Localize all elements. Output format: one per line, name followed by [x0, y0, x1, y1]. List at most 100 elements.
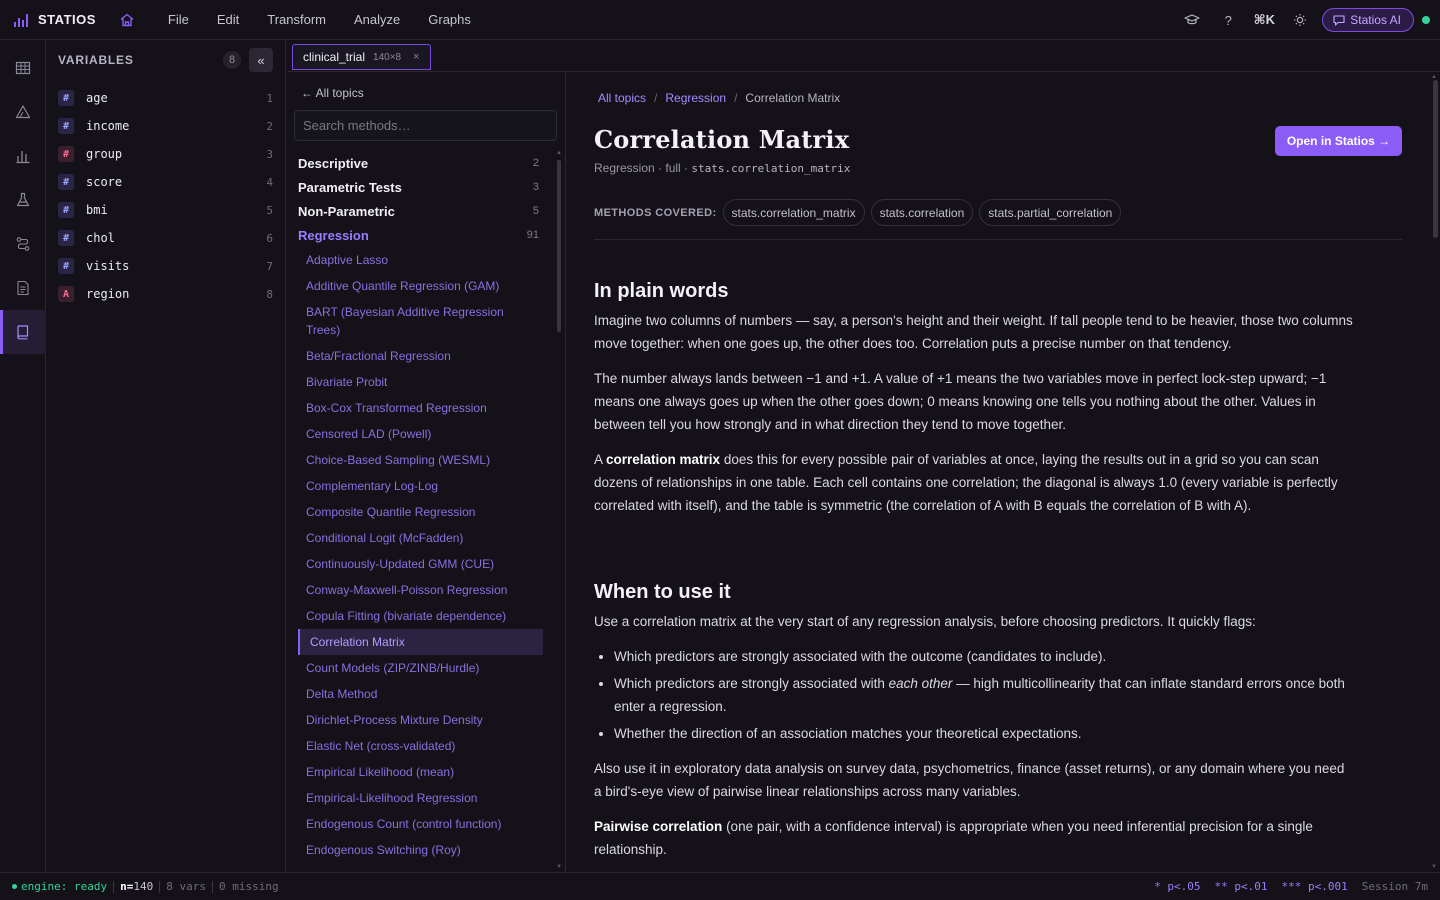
brand[interactable]: STATIOS — [14, 12, 96, 27]
method-chip[interactable]: stats.correlation_matrix — [722, 199, 865, 226]
category-name: Parametric Tests — [298, 179, 402, 195]
divider — [594, 239, 1402, 240]
category-descriptive[interactable]: Descriptive 2 — [298, 151, 543, 175]
rail-data-grid[interactable] — [0, 46, 46, 90]
method-item[interactable]: Conditional Logit (McFadden) — [298, 525, 543, 551]
variable-index: 1 — [266, 91, 273, 105]
method-item[interactable]: Choice-Based Sampling (WESML) — [298, 447, 543, 473]
method-item[interactable]: Copula Fitting (bivariate dependence) — [298, 603, 543, 629]
menu-transform[interactable]: Transform — [253, 12, 340, 27]
method-item[interactable]: Endogenous Count (control function) — [298, 811, 543, 837]
variable-name: visits — [86, 259, 130, 273]
breadcrumb-all-topics[interactable]: All topics — [598, 91, 646, 105]
method-item[interactable]: BART (Bayesian Additive Regression Trees… — [298, 299, 543, 343]
missing-count: 0 missing — [218, 880, 279, 893]
method-item-active[interactable]: Correlation Matrix — [298, 629, 543, 655]
app-window: STATIOS File Edit Transform Analyze Grap… — [0, 0, 1440, 900]
category-parametric-tests[interactable]: Parametric Tests 3 — [298, 175, 543, 199]
methods-navigator: ← All topics Descriptive 2 Parametric Test… — [287, 72, 566, 872]
method-item[interactable]: Empirical Likelihood (mean) — [298, 759, 543, 785]
method-item[interactable]: Count Models (ZIP/ZINB/Hurdle) — [298, 655, 543, 681]
breadcrumb-separator: / — [734, 91, 738, 105]
scroll-up-arrow[interactable]: ▲ — [556, 150, 562, 156]
tab-dimensions: 140×8 — [373, 51, 402, 63]
method-chip[interactable]: stats.partial_correlation — [979, 199, 1122, 226]
variable-row[interactable]: # bmi 5 — [46, 196, 285, 224]
rail-distributions[interactable] — [0, 90, 46, 134]
theme-toggle-icon[interactable] — [1282, 0, 1318, 40]
variable-index: 8 — [266, 287, 273, 301]
chat-icon — [1333, 14, 1345, 26]
variable-row[interactable]: # score 4 — [46, 168, 285, 196]
category-count: 3 — [532, 181, 539, 193]
emphasis: each other — [888, 676, 953, 691]
variable-list: # age 1 # income 2 # group 3 # score 4 # bmi 5 # chol 6 # v… — [46, 80, 285, 308]
method-item[interactable]: Censored LAD (Powell) — [298, 421, 543, 447]
help-icon[interactable]: ? — [1210, 0, 1246, 40]
close-tab-icon[interactable]: × — [413, 51, 419, 63]
variable-row[interactable]: # visits 7 — [46, 252, 285, 280]
methods-scrollbar[interactable] — [557, 160, 561, 332]
method-item[interactable]: Adaptive Lasso — [298, 247, 543, 273]
rail-charts[interactable] — [0, 134, 46, 178]
method-item[interactable]: Beta/Fractional Regression — [298, 343, 543, 369]
method-item[interactable]: Composite Quantile Regression — [298, 499, 543, 525]
breadcrumb-regression[interactable]: Regression — [665, 91, 726, 105]
menu-edit[interactable]: Edit — [203, 12, 253, 27]
category-count: 91 — [526, 229, 539, 241]
category-name: Descriptive — [298, 155, 369, 171]
scroll-down-arrow[interactable]: ▼ — [556, 864, 562, 870]
content-scrollbar[interactable] — [1433, 80, 1438, 238]
rail-experiments[interactable] — [0, 178, 46, 222]
menu-bar: File Edit Transform Analyze Graphs — [158, 12, 485, 27]
method-item[interactable]: Continuously-Updated GMM (CUE) — [298, 551, 543, 577]
menu-graphs[interactable]: Graphs — [414, 12, 485, 27]
learn-cap-icon[interactable] — [1174, 0, 1210, 40]
variables-panel: VARIABLES 8 « # age 1 # income 2 # group 3 # score… — [46, 40, 286, 872]
statios-ai-button[interactable]: Statios AI — [1322, 8, 1414, 32]
home-icon[interactable] — [118, 11, 136, 29]
method-item[interactable]: Empirical-Likelihood Regression — [298, 785, 543, 811]
collapse-panel-button[interactable]: « — [249, 48, 273, 72]
bold-term: correlation matrix — [606, 452, 721, 467]
subtitle-function: stats.correlation_matrix — [691, 162, 851, 175]
section-when-to-use: When to use it Use a correlation matrix … — [594, 581, 1354, 872]
scroll-down-arrow[interactable]: ▼ — [1431, 864, 1437, 870]
variable-index: 5 — [266, 203, 273, 217]
variables-count-badge: 8 — [223, 51, 241, 69]
top-right-controls: ? ⌘K Statios AI — [1174, 0, 1430, 40]
method-item[interactable]: Box-Cox Transformed Regression — [298, 395, 543, 421]
variable-name: region — [86, 287, 130, 301]
method-chip[interactable]: stats.correlation — [870, 199, 974, 226]
method-item[interactable]: Complementary Log-Log — [298, 473, 543, 499]
list-item: Which predictors are strongly associated… — [614, 645, 1354, 668]
method-item[interactable]: Bivariate Probit — [298, 369, 543, 395]
variable-row[interactable]: # income 2 — [46, 112, 285, 140]
tab-clinical-trial[interactable]: clinical_trial 140×8 × — [292, 44, 431, 70]
session-timer: Session 7m — [1361, 880, 1428, 893]
category-non-parametric[interactable]: Non-Parametric 5 — [298, 199, 543, 223]
rail-library[interactable] — [0, 310, 46, 354]
section-heading: In plain words — [594, 280, 729, 302]
rail-reports[interactable] — [0, 266, 46, 310]
rail-workflow[interactable] — [0, 222, 46, 266]
method-item[interactable]: Dirichlet-Process Mixture Density — [298, 707, 543, 733]
method-item[interactable]: Conway-Maxwell-Poisson Regression — [298, 577, 543, 603]
method-item[interactable]: Delta Method — [298, 681, 543, 707]
search-methods-input[interactable] — [294, 110, 557, 141]
variable-row[interactable]: # chol 6 — [46, 224, 285, 252]
open-in-statios-button[interactable]: Open in Statios → — [1275, 126, 1402, 156]
menu-file[interactable]: File — [158, 12, 203, 27]
category-regression[interactable]: Regression 91 — [298, 223, 543, 247]
command-palette-shortcut[interactable]: ⌘K — [1246, 0, 1282, 40]
method-item[interactable]: Additive Quantile Regression (GAM) — [298, 273, 543, 299]
variable-row[interactable]: # age 1 — [46, 84, 285, 112]
variable-row[interactable]: # group 3 — [46, 140, 285, 168]
method-item[interactable]: Elastic Net (cross-validated) — [298, 733, 543, 759]
all-topics-link[interactable]: ← All topics — [301, 86, 364, 100]
subtitle-path: Regression · full · — [594, 161, 689, 175]
variable-row[interactable]: Aregion 8 — [46, 280, 285, 308]
method-item[interactable]: Endogenous Switching (Roy) — [298, 837, 543, 863]
method-list: Adaptive Lasso Additive Quantile Regressi… — [298, 247, 543, 863]
menu-analyze[interactable]: Analyze — [340, 12, 414, 27]
